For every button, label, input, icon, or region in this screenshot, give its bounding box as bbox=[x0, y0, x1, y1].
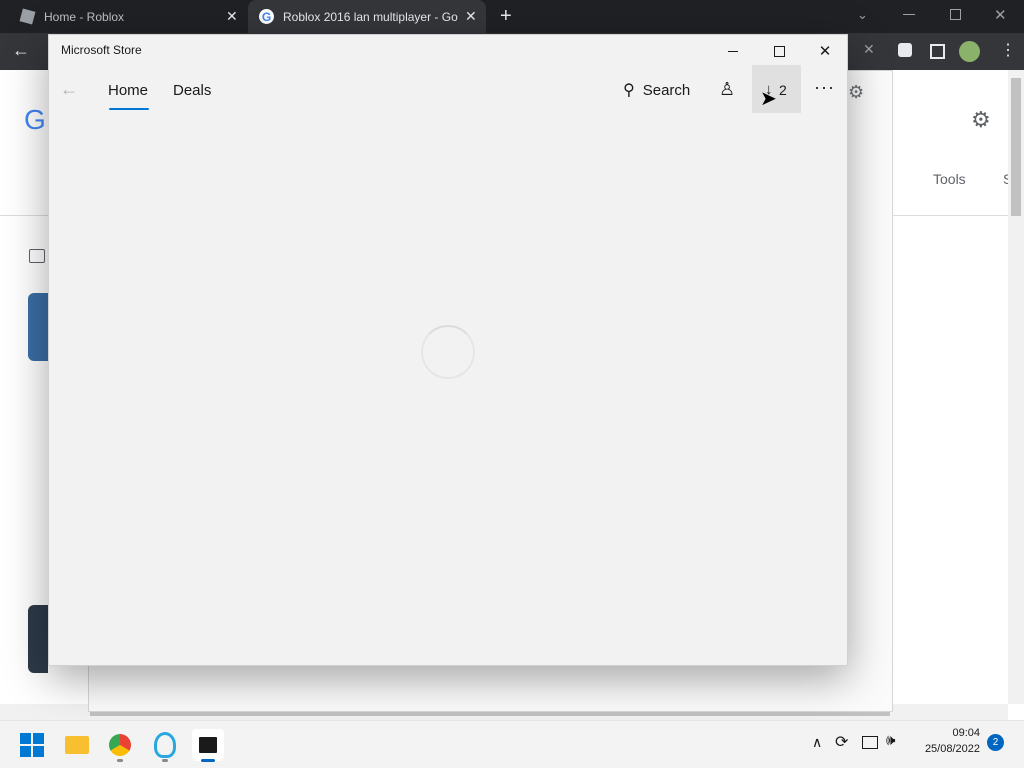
running-indicator bbox=[117, 759, 123, 762]
close-tab-icon[interactable]: ✕ bbox=[465, 8, 477, 25]
folder-icon bbox=[65, 736, 89, 754]
sync-icon[interactable]: ⟳ bbox=[835, 732, 848, 752]
more-vert-icon[interactable]: ⋮ bbox=[1000, 40, 1016, 60]
windows-taskbar: ∧ ⟳ 🕪 09:04 25/08/2022 2 bbox=[0, 720, 1024, 768]
profile-avatar[interactable] bbox=[959, 41, 980, 62]
tab-google-search[interactable]: G Roblox 2016 lan multiplayer - Go ✕ bbox=[248, 0, 486, 33]
google-favicon-icon: G bbox=[259, 9, 274, 24]
microsoft-store-button[interactable] bbox=[192, 729, 224, 762]
settings-gear-icon[interactable]: ⚙ bbox=[848, 82, 864, 103]
clock-date[interactable]: 25/08/2022 bbox=[908, 743, 980, 755]
chrome-icon bbox=[109, 734, 131, 756]
video-icon bbox=[29, 249, 45, 263]
maximize-button[interactable] bbox=[756, 35, 802, 67]
minimize-browser-icon[interactable] bbox=[903, 14, 915, 15]
network-icon[interactable] bbox=[862, 736, 878, 749]
app-button[interactable] bbox=[149, 729, 181, 762]
back-arrow-icon[interactable]: ← bbox=[60, 79, 78, 100]
close-icon[interactable]: ✕ bbox=[863, 41, 875, 58]
start-button[interactable] bbox=[16, 729, 48, 761]
video-thumbnail[interactable] bbox=[28, 293, 48, 361]
minimize-button[interactable] bbox=[710, 35, 756, 67]
more-options-icon[interactable]: ··· bbox=[814, 77, 835, 98]
close-button[interactable]: ✕ bbox=[802, 35, 848, 67]
side-panel-icon[interactable] bbox=[930, 44, 945, 59]
file-explorer-button[interactable] bbox=[61, 729, 93, 761]
store-bag-icon bbox=[199, 737, 217, 753]
minimize-icon bbox=[728, 50, 738, 52]
tab-deals[interactable]: Deals bbox=[173, 82, 211, 99]
maximize-icon bbox=[773, 45, 785, 57]
tab-home[interactable]: Home bbox=[108, 82, 148, 99]
lightbulb-icon bbox=[154, 732, 176, 758]
downloads-count: 2 bbox=[779, 82, 787, 98]
tab-title: Home - Roblox bbox=[44, 9, 125, 24]
close-tab-icon[interactable]: ✕ bbox=[226, 8, 238, 25]
tab-title: Roblox 2016 lan multiplayer - Go bbox=[283, 9, 458, 24]
page-scrollbar-vertical[interactable] bbox=[1008, 70, 1024, 704]
mouse-cursor-icon: ➤ bbox=[760, 88, 777, 110]
search-button[interactable]: ⚲ Search bbox=[623, 79, 690, 101]
tools-link[interactable]: Tools bbox=[933, 171, 966, 187]
add-user-icon[interactable]: ♙ bbox=[719, 79, 735, 100]
active-tab-indicator bbox=[109, 108, 149, 110]
video-thumbnail[interactable] bbox=[28, 605, 48, 673]
browser-tab-strip: Home - Roblox ✕ G Roblox 2016 lan multip… bbox=[0, 0, 1024, 33]
active-indicator bbox=[201, 759, 215, 762]
new-tab-icon[interactable]: + bbox=[500, 5, 512, 28]
chevron-up-icon[interactable]: ∧ bbox=[812, 734, 822, 751]
tab-search-icon[interactable]: ⌄ bbox=[857, 7, 868, 23]
search-icon: ⚲ bbox=[623, 82, 635, 99]
tab-home-roblox[interactable]: Home - Roblox ✕ bbox=[0, 0, 246, 33]
volume-icon[interactable]: 🕪 bbox=[886, 732, 895, 749]
roblox-favicon-icon bbox=[19, 8, 36, 25]
window-title: Microsoft Store bbox=[61, 43, 142, 57]
loading-spinner bbox=[421, 325, 475, 379]
extensions-puzzle-icon[interactable] bbox=[898, 43, 912, 57]
search-label: Search bbox=[642, 81, 691, 99]
windows-logo-icon bbox=[20, 733, 44, 757]
notification-badge[interactable]: 2 bbox=[987, 734, 1004, 751]
close-browser-icon[interactable]: ✕ bbox=[994, 6, 1007, 24]
scrollbar-thumb[interactable] bbox=[1011, 78, 1021, 216]
google-logo-partial: G bbox=[24, 104, 46, 135]
running-indicator bbox=[162, 759, 168, 762]
chrome-button[interactable] bbox=[104, 729, 136, 762]
close-icon: ✕ bbox=[818, 43, 832, 60]
back-arrow-icon[interactable]: ← bbox=[12, 40, 30, 61]
clock-time[interactable]: 09:04 bbox=[918, 727, 980, 739]
microsoft-store-window: Microsoft Store ✕ ← Home Deals ⚲ Search … bbox=[48, 34, 848, 666]
restore-browser-icon[interactable] bbox=[950, 9, 961, 20]
settings-gear-icon[interactable]: ⚙ bbox=[971, 107, 991, 133]
